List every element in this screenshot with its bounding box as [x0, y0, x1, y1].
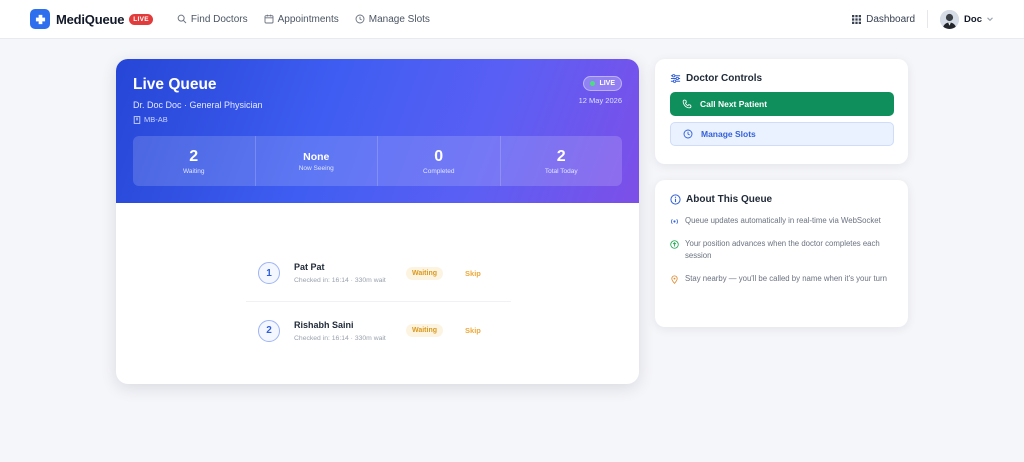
- queue-position: 2: [258, 319, 280, 342]
- chevron-down-icon: [987, 17, 993, 22]
- arrow-up-circle-icon: [670, 239, 679, 249]
- map-pin-icon: [671, 275, 678, 284]
- doctor-controls-title-text: Doctor Controls: [686, 73, 763, 84]
- stat-label: Completed: [423, 167, 455, 175]
- clock-icon: [683, 129, 693, 139]
- live-dot: [590, 81, 596, 86]
- stat-label: Now Seeing: [298, 164, 334, 172]
- about-queue-title-text: About This Queue: [686, 194, 773, 205]
- live-status-badge: LIVE: [583, 76, 622, 91]
- skip-button[interactable]: Skip: [465, 326, 481, 335]
- sliders-icon: [670, 74, 681, 83]
- hospital-logo-icon: [30, 9, 50, 29]
- stat-value: 0: [434, 147, 444, 165]
- clinic-code: MB-AB: [133, 115, 622, 124]
- nav-appointments-label: Appointments: [277, 13, 339, 25]
- stat-label: Waiting: [183, 167, 205, 175]
- top-navbar: MediQueue LIVE Find Doctors Appointments…: [0, 0, 1024, 39]
- live-queue-card: Live Queue Dr. Doc Doc · General Physici…: [116, 59, 639, 384]
- nav-manage-slots[interactable]: Manage Slots: [355, 14, 430, 25]
- nav-manage-slots-label: Manage Slots: [368, 13, 430, 25]
- list-item: 2 Rishabh Saini Checked in: 16:14 · 330m…: [246, 302, 511, 359]
- patient-checkin: Checked in: 16:14 · 330m wait: [294, 334, 386, 342]
- stat-completed: 0 Completed: [378, 136, 501, 186]
- clinic-code-text: MB-AB: [144, 115, 168, 124]
- queue-date: 12 May 2026: [578, 96, 622, 105]
- live-status-label: LIVE: [599, 80, 615, 87]
- about-queue-panel: About This Queue Queue updates automatic…: [655, 180, 908, 327]
- nav-find-doctors-label: Find Doctors: [190, 13, 248, 25]
- call-next-patient-button[interactable]: Call Next Patient: [670, 92, 894, 116]
- call-next-patient-label: Call Next Patient: [700, 99, 768, 109]
- stat-value: 2: [189, 147, 199, 165]
- about-text: Stay nearby — you'll be called by name w…: [685, 273, 887, 283]
- nav-dashboard[interactable]: Dashboard: [852, 14, 915, 25]
- search-icon: [177, 14, 187, 24]
- clock-icon: [355, 14, 365, 24]
- manage-slots-label: Manage Slots: [701, 129, 756, 139]
- about-item: Stay nearby — you'll be called by name w…: [670, 273, 893, 286]
- about-item: Queue updates automatically in real-time…: [670, 215, 893, 228]
- brand-name: MediQueue: [56, 11, 125, 27]
- user-name: Doc: [964, 13, 982, 25]
- about-item: Your position advances when the doctor c…: [670, 238, 893, 263]
- queue-stats: 2 Waiting None Now Seeing 0 Completed 2 …: [133, 136, 622, 186]
- user-menu[interactable]: Doc: [940, 9, 994, 29]
- doctor-controls-title: Doctor Controls: [670, 73, 893, 84]
- avatar: [940, 9, 960, 29]
- about-text: Your position advances when the doctor c…: [685, 238, 880, 261]
- queue-position: 1: [258, 262, 280, 284]
- stat-now-seeing: None Now Seeing: [256, 136, 378, 186]
- doctor-info: Dr. Doc Doc · General Physician: [133, 100, 263, 110]
- nav-appointments[interactable]: Appointments: [264, 14, 339, 25]
- manage-slots-button[interactable]: Manage Slots: [670, 122, 894, 146]
- doctor-controls-panel: Doctor Controls Call Next Patient Manage…: [655, 59, 908, 164]
- stat-waiting: 2 Waiting: [133, 136, 256, 186]
- phone-icon: [682, 99, 692, 109]
- skip-button[interactable]: Skip: [465, 269, 481, 278]
- broadcast-icon: [671, 219, 678, 224]
- live-badge: LIVE: [129, 13, 153, 25]
- stat-value: None: [303, 150, 330, 163]
- nav-find-doctors[interactable]: Find Doctors: [177, 14, 248, 25]
- patient-name: Pat Pat: [294, 262, 325, 272]
- nav-right: Dashboard Doc: [852, 9, 994, 29]
- stat-label: Total Today: [544, 167, 578, 175]
- patient-list: 1 Pat Pat Checked in: 16:14 · 330m wait …: [246, 245, 511, 359]
- patient-info: Pat Pat Checked in: 16:14 · 330m wait: [294, 262, 406, 284]
- list-item: 1 Pat Pat Checked in: 16:14 · 330m wait …: [246, 245, 511, 302]
- status-badge: Waiting: [406, 324, 444, 337]
- nav-links: Find Doctors Appointments Manage Slots: [177, 14, 446, 25]
- building-icon: [133, 115, 141, 124]
- patient-name: Rishabh Saini: [294, 319, 354, 330]
- nav-divider: [927, 10, 929, 28]
- about-queue-title: About This Queue: [670, 194, 893, 205]
- stat-value: 2: [556, 147, 566, 165]
- queue-header: Live Queue Dr. Doc Doc · General Physici…: [116, 59, 639, 203]
- brand[interactable]: MediQueue LIVE: [30, 9, 153, 29]
- stat-total-today: 2 Total Today: [501, 136, 623, 186]
- patient-checkin: Checked in: 16:14 · 330m wait: [294, 277, 386, 284]
- info-icon: [670, 194, 681, 205]
- grid-icon: [852, 14, 862, 24]
- nav-dashboard-label: Dashboard: [866, 13, 916, 25]
- queue-title: Live Queue: [133, 76, 217, 93]
- about-text: Queue updates automatically in real-time…: [685, 216, 881, 225]
- patient-info: Rishabh Saini Checked in: 16:14 · 330m w…: [294, 320, 406, 342]
- status-badge: Waiting: [406, 266, 444, 280]
- calendar-icon: [264, 14, 274, 24]
